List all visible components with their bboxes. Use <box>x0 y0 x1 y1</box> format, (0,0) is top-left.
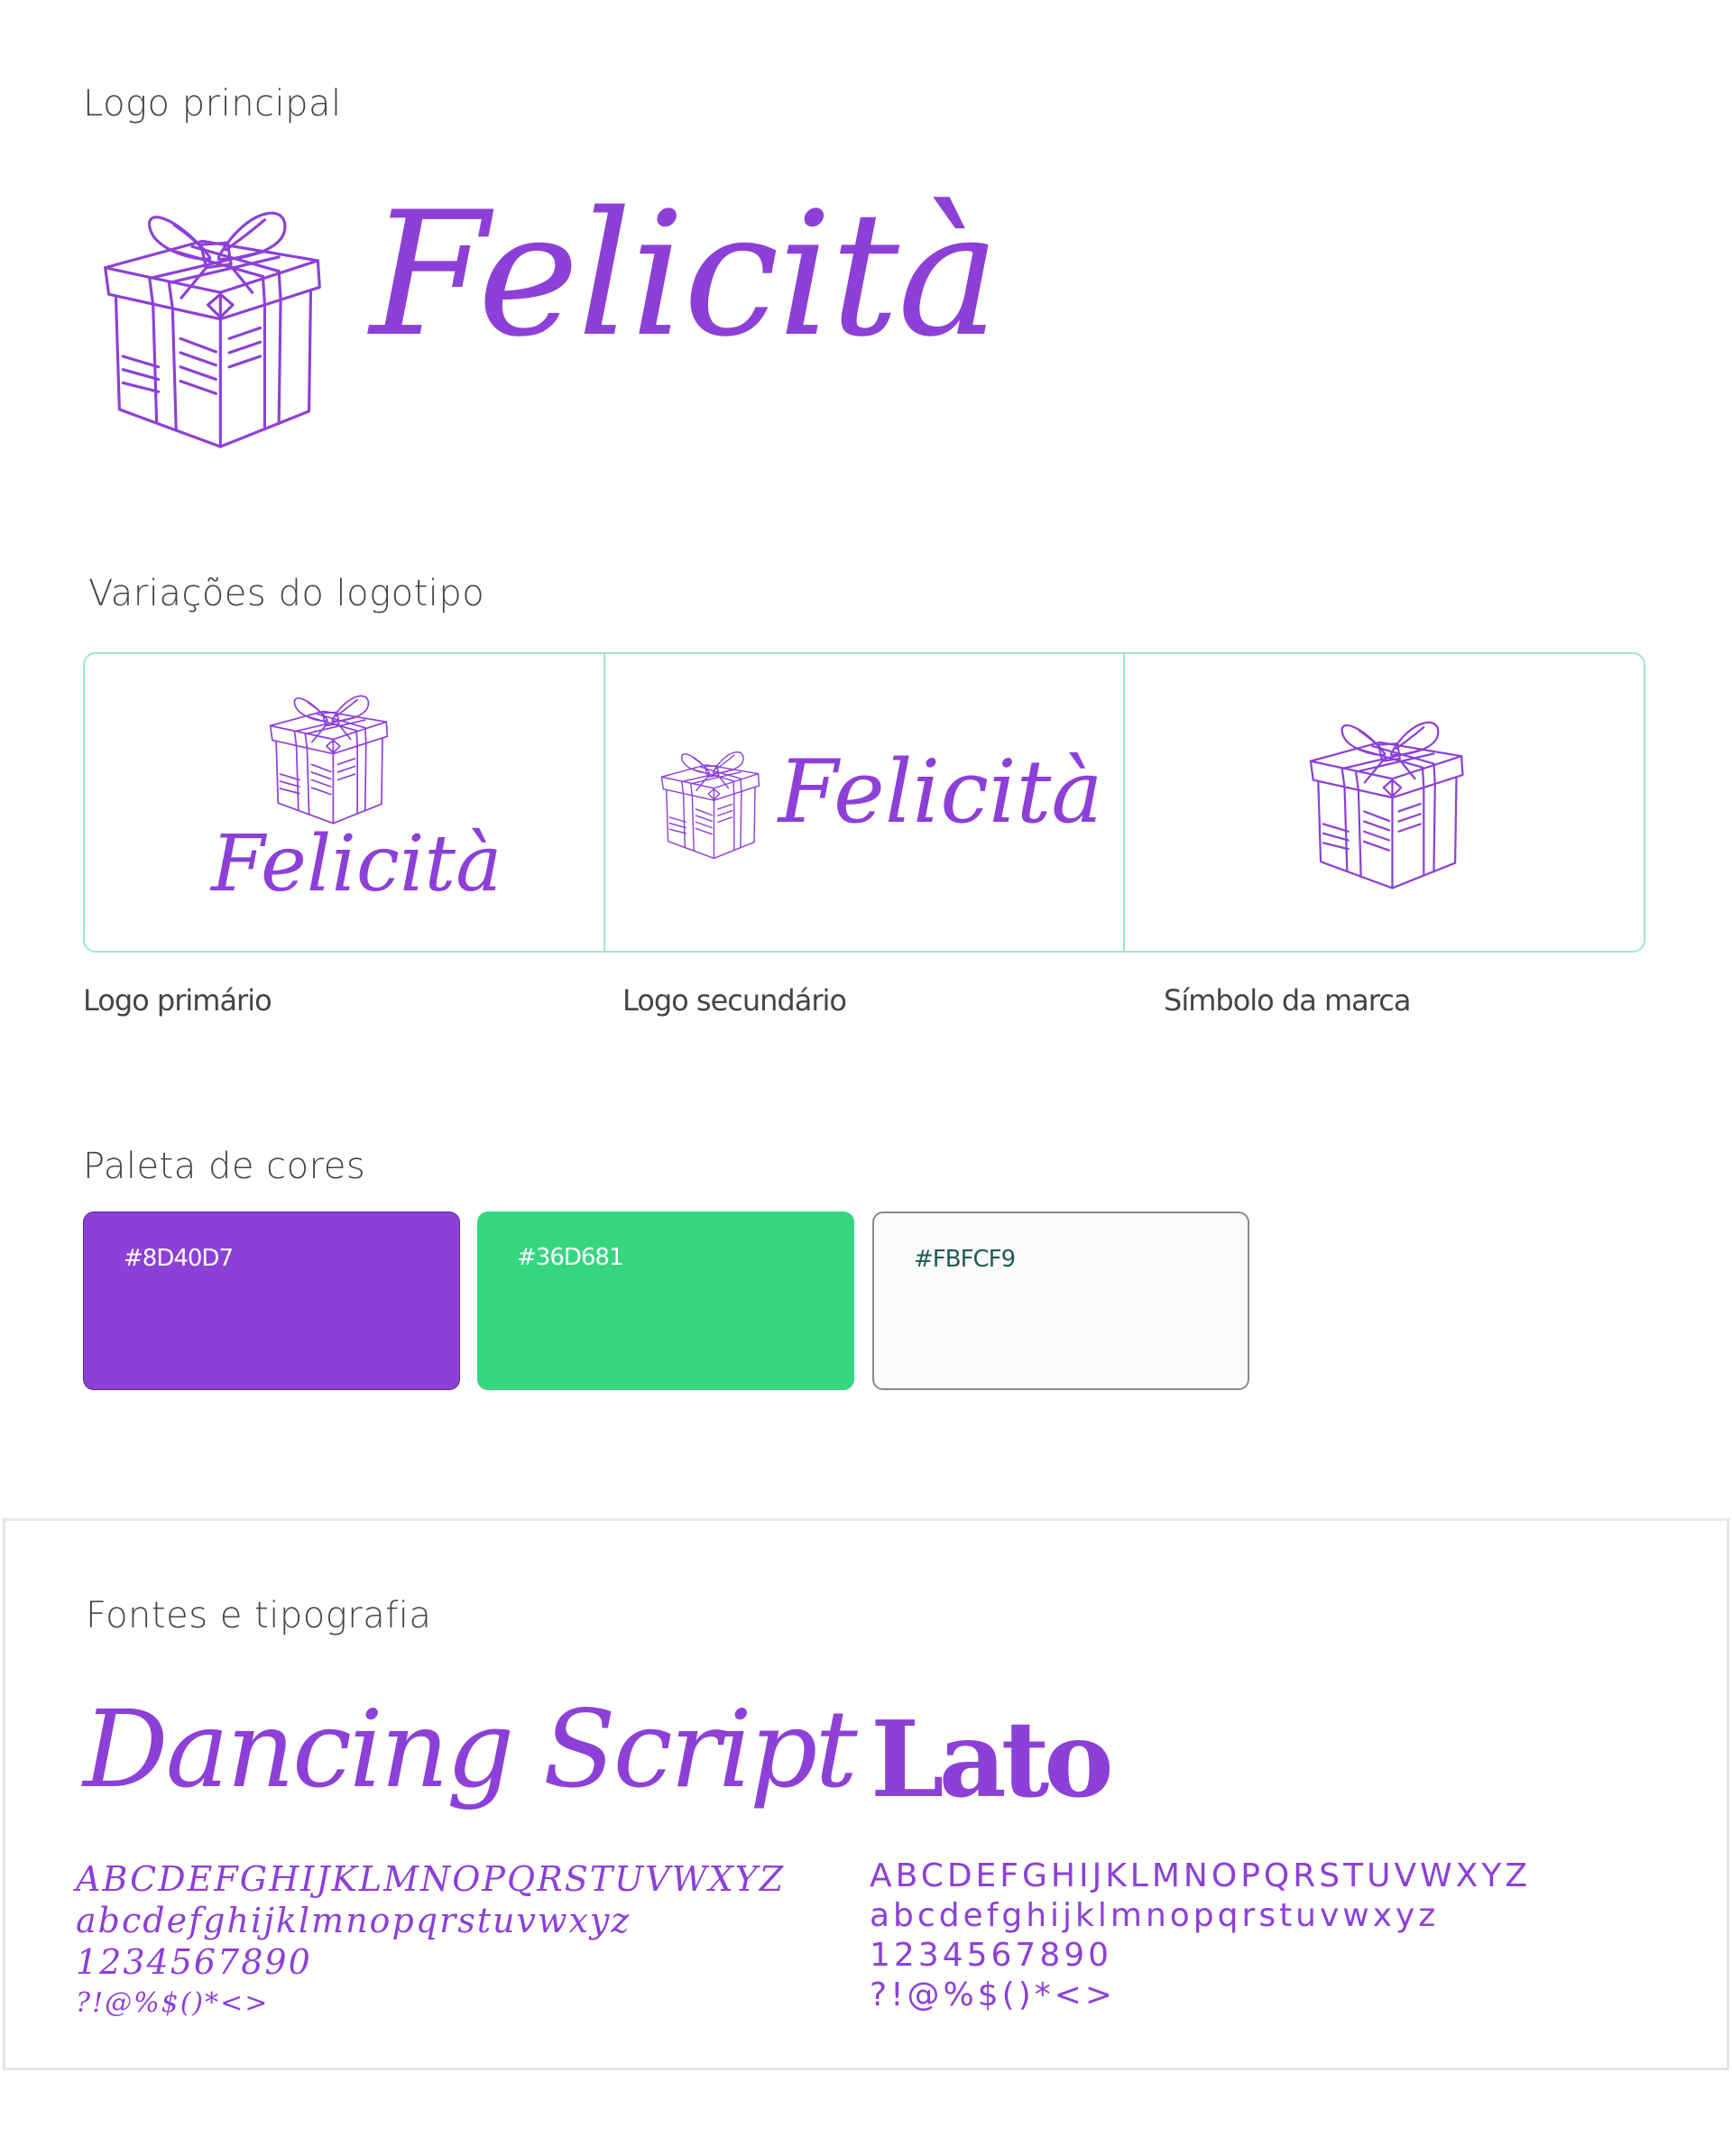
swatch-hex-label: #FBFCF9 <box>914 1246 1016 1273</box>
font-name-lato: Lato <box>871 1699 1114 1821</box>
variation-secondary-wordmark: Felicità <box>778 742 1103 843</box>
main-logo-title: Logo principal <box>83 83 342 124</box>
variation-primary-wordmark: Felicità <box>211 819 502 909</box>
glyphs-lowercase: abcdefghijklmnopqrstuvwxyz 1234567890 <box>870 1897 1440 1974</box>
swatch-purple: #8D40D7 <box>83 1212 460 1390</box>
gift-box-icon <box>104 211 321 448</box>
palette-title: Paleta de cores <box>83 1146 366 1187</box>
logo-variations-panel: Felicità Felicità <box>83 652 1645 953</box>
gift-box-icon <box>660 751 760 860</box>
glyphs-symbols: ?!@%$()*<> <box>870 1976 1117 2013</box>
brand-wordmark: Felicità <box>370 175 1000 374</box>
swatch-offwhite: #FBFCF9 <box>872 1212 1249 1390</box>
swatch-green: #36D681 <box>477 1212 854 1390</box>
variation-symbol <box>1123 654 1644 951</box>
dancing-script-glyphs: ABCDEFGHIJKLMNOPQRSTUVWXYZ abcdefghijklm… <box>76 1858 797 2024</box>
variation-secondary: Felicità <box>603 654 1124 951</box>
variations-title: Variações do logotipo <box>88 573 485 614</box>
gift-box-icon <box>1310 721 1464 889</box>
font-name-dancing-script: Dancing Script <box>83 1687 858 1811</box>
caption-primary-logo: Logo primário <box>83 983 272 1018</box>
glyphs-lowercase: abcdefghijklmnopqrstuvwxyz 1234567890 <box>76 1901 631 1982</box>
caption-secondary-logo: Logo secundário <box>622 983 847 1018</box>
glyphs-symbols: ?!@%$()*<> <box>76 1987 270 2019</box>
typography-title: Fontes e tipografia <box>86 1595 432 1636</box>
gift-box-icon <box>269 695 389 825</box>
glyphs-uppercase: ABCDEFGHIJKLMNOPQRSTUVWXYZ <box>870 1857 1531 1894</box>
caption-brand-symbol: Símbolo da marca <box>1164 983 1411 1018</box>
glyphs-uppercase: ABCDEFGHIJKLMNOPQRSTUVWXYZ <box>76 1859 786 1899</box>
swatch-hex-label: #8D40D7 <box>124 1245 234 1272</box>
swatch-hex-label: #36D681 <box>517 1244 624 1271</box>
lato-glyphs: ABCDEFGHIJKLMNOPQRSTUVWXYZ abcdefghijklm… <box>870 1857 1681 2015</box>
variation-primary: Felicità <box>85 654 603 951</box>
